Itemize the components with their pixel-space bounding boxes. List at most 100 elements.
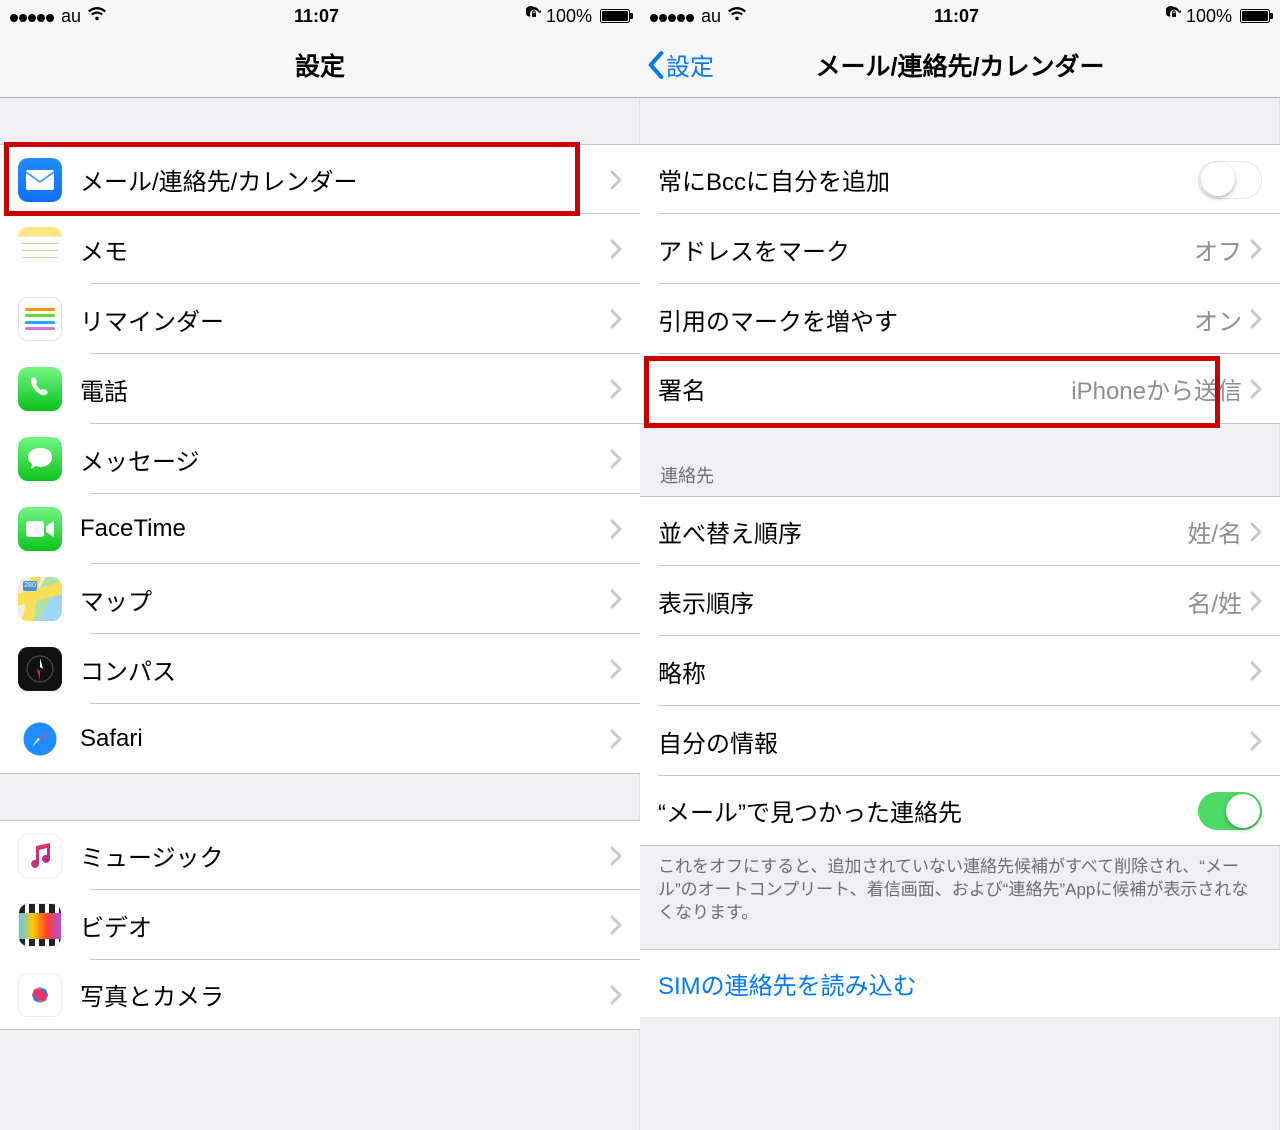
row-signature[interactable]: 署名iPhoneから送信: [640, 354, 1280, 424]
settings-row-notes[interactable]: メモ: [0, 214, 640, 284]
row-mark-addr[interactable]: アドレスをマークオフ: [640, 214, 1280, 284]
mail-settings-list[interactable]: 常にBccに自分を追加アドレスをマークオフ引用のマークを増やすオン署名iPhon…: [640, 98, 1280, 1130]
switch-bcc[interactable]: [1198, 161, 1262, 199]
chevron-right-icon: [610, 309, 622, 329]
row-sort[interactable]: 並べ替え順序姓/名: [640, 496, 1280, 566]
chevron-right-icon: [1250, 731, 1262, 751]
row-label: 常にBccに自分を追加: [658, 162, 1198, 197]
video-icon: [18, 903, 62, 947]
signal-dots-icon: [650, 6, 695, 27]
row-label: 自分の情報: [658, 724, 1250, 759]
chevron-right-icon: [1250, 379, 1262, 399]
row-label: コンパス: [80, 652, 610, 687]
mail-icon: [18, 158, 62, 202]
chevron-right-icon: [610, 239, 622, 259]
row-label: “メール”で見つかった連絡先: [658, 793, 1198, 828]
chevron-right-icon: [1250, 239, 1262, 259]
settings-row-video[interactable]: ビデオ: [0, 890, 640, 960]
row-quote[interactable]: 引用のマークを増やすオン: [640, 284, 1280, 354]
chevron-right-icon: [610, 519, 622, 539]
back-button[interactable]: 設定: [648, 47, 714, 82]
chevron-right-icon: [610, 846, 622, 866]
music-icon: [18, 834, 62, 878]
settings-list[interactable]: メール/連絡先/カレンダーメモリマインダー電話メッセージ FaceTime 280 マ…: [0, 98, 640, 1130]
row-value: オン: [1194, 302, 1242, 337]
chevron-right-icon: [1250, 661, 1262, 681]
row-label: リマインダー: [80, 302, 610, 337]
clock: 11:07: [294, 6, 339, 27]
orientation-lock-icon: [1166, 6, 1182, 26]
row-value: 姓/名: [1187, 514, 1242, 549]
row-label: メッセージ: [80, 442, 610, 477]
nav-title: 設定: [295, 47, 345, 83]
maps-icon: 280: [18, 577, 62, 621]
settings-row-photos[interactable]: 写真とカメラ: [0, 960, 640, 1030]
notes-icon: [18, 227, 62, 271]
battery-icon: [596, 9, 630, 23]
settings-root-screen: au 11:07 100% 設定 メール/連絡先/カレンダーメモリマインダー電話…: [0, 0, 640, 1130]
chevron-right-icon: [1250, 309, 1262, 329]
chevron-right-icon: [610, 729, 622, 749]
phone-icon: [18, 367, 62, 411]
compass-icon: [18, 647, 62, 691]
row-label: 写真とカメラ: [80, 977, 610, 1012]
found-in-mail-footer: これをオフにすると、追加されていない連絡先候補がすべて削除され、“メール”のオー…: [640, 846, 1280, 929]
row-short[interactable]: 略称: [640, 636, 1280, 706]
row-bcc[interactable]: 常にBccに自分を追加: [640, 144, 1280, 214]
nav-header: 設定: [0, 32, 640, 98]
facetime-icon: [18, 507, 62, 551]
nav-title: メール/連絡先/カレンダー: [816, 47, 1105, 83]
settings-row-safari[interactable]: Safari: [0, 704, 640, 774]
switch-found-in-mail[interactable]: [1198, 792, 1262, 830]
safari-icon: [18, 717, 62, 761]
row-label: 引用のマークを増やす: [658, 302, 1194, 337]
row-label: 略称: [658, 654, 1250, 689]
chevron-right-icon: [610, 170, 622, 190]
messages-icon: [18, 437, 62, 481]
clock: 11:07: [934, 6, 979, 27]
chevron-right-icon: [1250, 591, 1262, 611]
battery-percent: 100%: [546, 6, 592, 27]
row-label: 電話: [80, 372, 610, 407]
battery-icon: [1236, 9, 1270, 23]
chevron-right-icon: [610, 589, 622, 609]
signal-dots-icon: [10, 6, 55, 27]
orientation-lock-icon: [526, 6, 542, 26]
settings-row-messages[interactable]: メッセージ: [0, 424, 640, 494]
status-bar: au 11:07 100%: [640, 0, 1280, 32]
import-sim-contacts-link[interactable]: SIMの連絡先を読み込む: [640, 949, 1280, 1017]
row-label: 署名: [658, 371, 1071, 406]
row-found-in-mail[interactable]: “メール”で見つかった連絡先: [640, 776, 1280, 846]
row-my-info[interactable]: 自分の情報: [640, 706, 1280, 776]
settings-row-facetime[interactable]: FaceTime: [0, 494, 640, 564]
settings-row-compass[interactable]: コンパス: [0, 634, 640, 704]
photos-icon: [18, 973, 62, 1017]
chevron-right-icon: [1250, 522, 1262, 542]
back-label: 設定: [666, 47, 714, 82]
row-label: メモ: [80, 232, 610, 267]
row-label: アドレスをマーク: [658, 232, 1194, 267]
wifi-icon: [727, 7, 747, 26]
chevron-right-icon: [610, 985, 622, 1005]
settings-row-reminders[interactable]: リマインダー: [0, 284, 640, 354]
row-label: メール/連絡先/カレンダー: [80, 162, 610, 197]
wifi-icon: [87, 7, 107, 26]
settings-row-maps[interactable]: 280 マップ: [0, 564, 640, 634]
settings-row-mail[interactable]: メール/連絡先/カレンダー: [0, 144, 640, 214]
row-label: マップ: [80, 582, 610, 617]
row-value: 名/姓: [1187, 584, 1242, 619]
status-bar: au 11:07 100%: [0, 0, 640, 32]
row-value: オフ: [1194, 232, 1242, 267]
settings-row-music[interactable]: ミュージック: [0, 820, 640, 890]
carrier-label: au: [701, 6, 721, 27]
nav-header: 設定 メール/連絡先/カレンダー: [640, 32, 1280, 98]
chevron-right-icon: [610, 915, 622, 935]
contacts-section-header: 連絡先: [640, 454, 1280, 496]
row-label: 表示順序: [658, 584, 1187, 619]
settings-row-phone[interactable]: 電話: [0, 354, 640, 424]
row-display[interactable]: 表示順序名/姓: [640, 566, 1280, 636]
row-label: Safari: [80, 725, 610, 753]
reminders-icon: [18, 297, 62, 341]
row-value: iPhoneから送信: [1071, 371, 1242, 406]
chevron-right-icon: [610, 659, 622, 679]
